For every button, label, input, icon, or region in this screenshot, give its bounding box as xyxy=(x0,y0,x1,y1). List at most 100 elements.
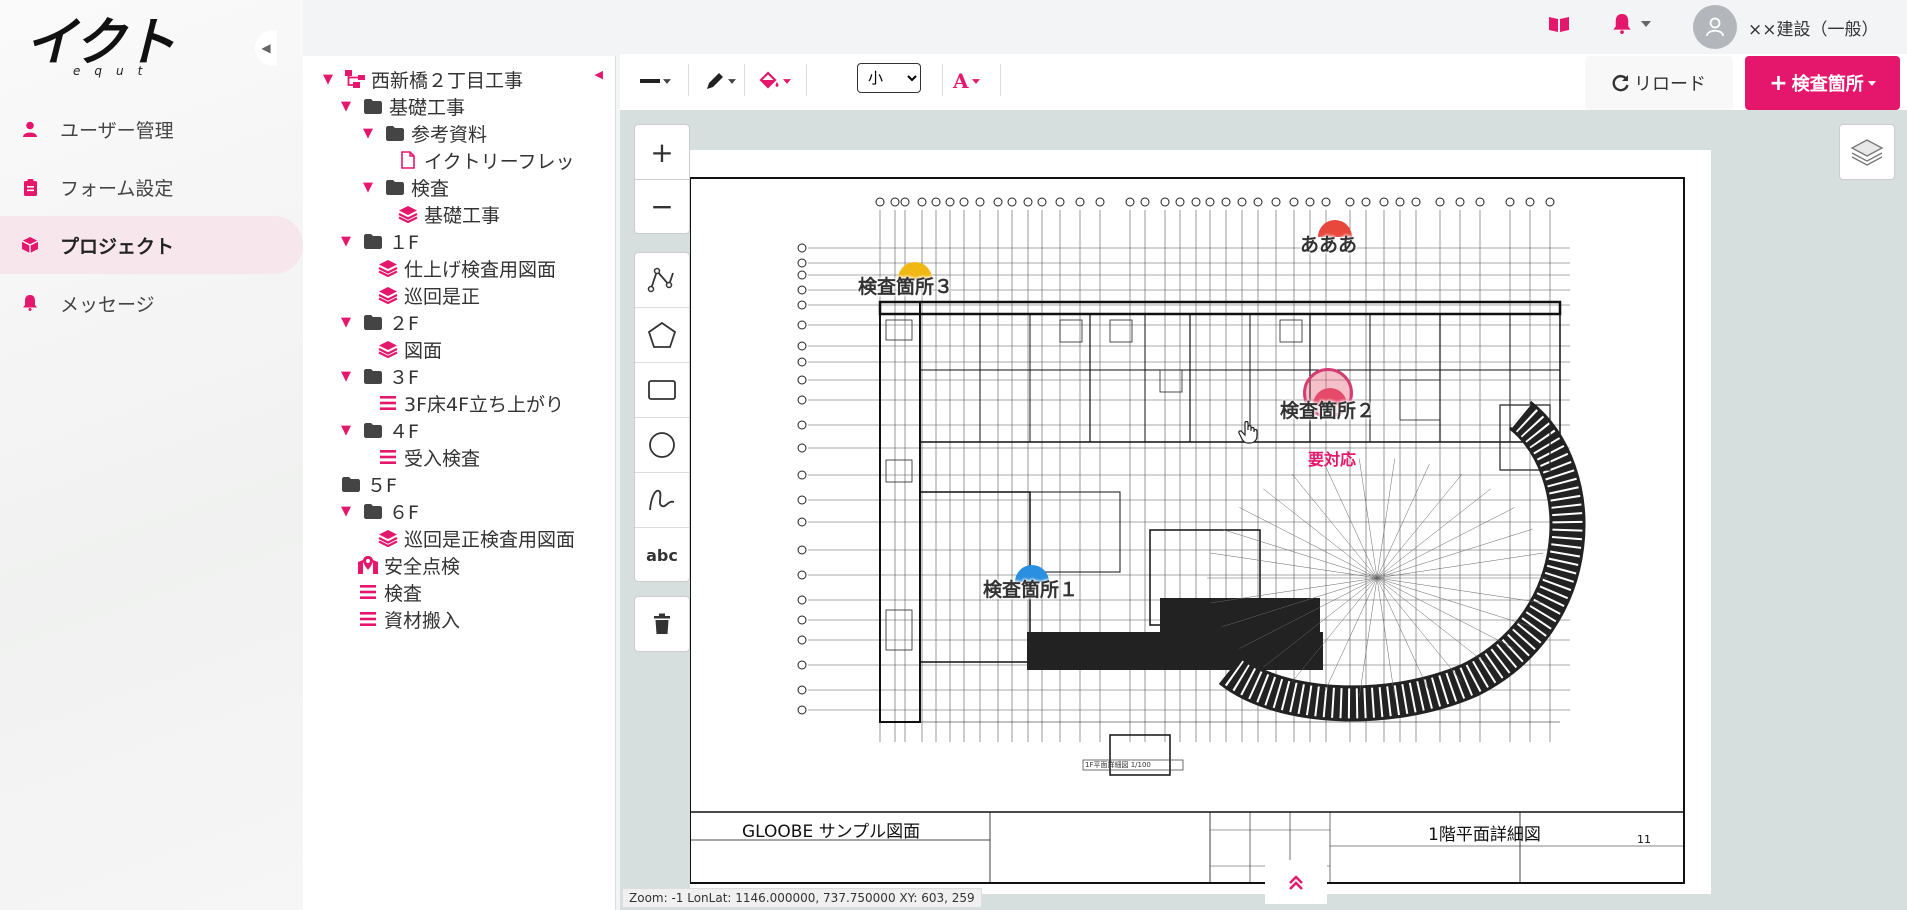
expand-panel-button[interactable] xyxy=(1265,860,1327,904)
tree-item-label: イクトリーフレッ xyxy=(424,150,575,173)
circle-tool-button[interactable] xyxy=(635,418,689,473)
pen-icon xyxy=(707,73,723,89)
inspection-marker-status: 要対応 xyxy=(1308,450,1357,469)
tree-item[interactable]: 資材搬入 xyxy=(358,604,460,634)
tree-item[interactable]: 仕上げ検査用図面 xyxy=(378,253,556,283)
draw-tools: abc xyxy=(634,252,690,582)
tree-item[interactable]: イクトリーフレッ xyxy=(398,145,574,175)
tree-item[interactable]: 3F床4F立ち上がり xyxy=(378,388,564,418)
caret-down-icon[interactable]: ▼ xyxy=(323,72,337,87)
text-color-tool[interactable]: A xyxy=(953,64,980,98)
notification-button[interactable] xyxy=(1613,14,1651,34)
tree-item-label: ３F xyxy=(389,366,419,389)
folder-icon xyxy=(385,177,405,197)
side-nav: イクト equt ◀ ユーザー管理 フォーム設定 プロジェクト メッセージ xyxy=(0,0,303,910)
caret-down-icon[interactable]: ▼ xyxy=(363,126,377,141)
tree-item[interactable]: ▼ 参考資料 xyxy=(363,118,487,148)
add-inspection-point-button[interactable]: + 検査箇所 xyxy=(1745,56,1900,110)
pen-tool[interactable] xyxy=(705,64,736,98)
tree-item-label: 3F床4F立ち上がり xyxy=(404,393,565,416)
nav-item-messages[interactable]: メッセージ xyxy=(0,274,303,332)
polygon-tool-button[interactable] xyxy=(635,308,689,363)
nav-item-forms[interactable]: フォーム設定 xyxy=(0,158,303,216)
tree-item[interactable]: ▼ 検査 xyxy=(363,172,449,202)
tree-item[interactable]: ▼ ４F xyxy=(341,415,419,445)
tree-item[interactable]: ▼ ６F xyxy=(341,496,419,526)
layers-icon xyxy=(378,528,398,548)
caret-down-icon xyxy=(663,78,671,84)
hand-cursor-icon xyxy=(1238,420,1258,444)
clipboard-icon xyxy=(22,178,38,196)
reload-button[interactable]: リロード xyxy=(1585,56,1733,110)
avatar[interactable] xyxy=(1693,5,1737,49)
inspection-marker-label[interactable]: 検査箇所１ xyxy=(983,575,1078,602)
tree-item-label: 参考資料 xyxy=(411,123,488,146)
polygon-icon xyxy=(647,321,677,348)
tree-item[interactable]: ▼ １F xyxy=(341,226,419,256)
sheet-title: GLOOBE サンプル図面 xyxy=(742,822,921,842)
rectangle-tool-button[interactable] xyxy=(635,363,689,418)
caret-down-icon xyxy=(783,78,791,84)
tree-item[interactable]: 巡回是正検査用図面 xyxy=(378,523,575,553)
tree-item[interactable]: 検査 xyxy=(358,577,422,607)
tree-item[interactable]: ▼ 基礎工事 xyxy=(341,91,465,121)
tree-item[interactable]: 安全点検 xyxy=(358,550,460,580)
tree-item-label: 巡回是正検査用図面 xyxy=(404,528,576,551)
nav-item-users[interactable]: ユーザー管理 xyxy=(0,100,303,158)
tree-item[interactable]: 巡回是正 xyxy=(378,280,480,310)
layers-button[interactable] xyxy=(1839,124,1895,180)
add-label: 検査箇所 xyxy=(1791,74,1864,95)
nav-item-label: プロジェクト xyxy=(60,235,175,258)
tree-item[interactable]: 受入検査 xyxy=(378,442,480,472)
drawing-sheet[interactable]: あああ 検査箇所３ 検査箇所２ 要対応 検査箇所１ GLOOBE サンプル図面 … xyxy=(690,150,1711,894)
caret-down-icon[interactable]: ▼ xyxy=(341,504,355,519)
nav-item-projects[interactable]: プロジェクト xyxy=(0,216,303,274)
nav-collapse-button[interactable]: ◀ xyxy=(255,30,277,66)
line-style-tool[interactable] xyxy=(640,64,671,98)
tree-item-label: 安全点検 xyxy=(384,555,461,578)
caret-down-icon[interactable]: ▼ xyxy=(341,315,355,330)
fill-tool[interactable] xyxy=(758,64,791,98)
inspection-marker-label[interactable]: 検査箇所２ xyxy=(1280,396,1375,423)
tree-item[interactable]: ▼ ２F xyxy=(341,307,419,337)
line-icon xyxy=(640,79,660,83)
caret-down-icon[interactable]: ▼ xyxy=(341,423,355,438)
zoom-in-button[interactable]: + xyxy=(635,125,689,179)
tree-item[interactable]: ▼ ３F xyxy=(341,361,419,391)
refresh-icon xyxy=(1612,75,1629,92)
tree-item[interactable]: 図面 xyxy=(378,334,442,364)
bell-icon xyxy=(1613,14,1631,34)
caret-down-icon[interactable]: ▼ xyxy=(363,180,377,195)
caret-down-icon[interactable]: ▼ xyxy=(341,369,355,384)
tree-item[interactable]: 基礎工事 xyxy=(398,199,500,229)
tree-item-label: 検査 xyxy=(411,177,450,200)
font-size-select[interactable]: 小 xyxy=(857,63,921,93)
list-icon xyxy=(358,609,378,629)
tree-item-label: 検査 xyxy=(384,582,423,605)
nav-list: ユーザー管理 フォーム設定 プロジェクト メッセージ xyxy=(0,100,303,332)
inspection-marker-label[interactable]: 検査箇所３ xyxy=(858,272,953,299)
app-logo[interactable]: イクト equt xyxy=(25,17,205,78)
project-tree: ◀ ▼ 西新橋２丁目工事 ▼ 基礎工事 ▼ 参考資料 イクトリーフレッ ▼ 検査 基礎工事 ▼ １F 仕… xyxy=(303,56,616,910)
zoom-out-button[interactable]: − xyxy=(635,179,689,233)
freehand-tool-button[interactable] xyxy=(635,473,689,528)
inspection-marker-label[interactable]: あああ xyxy=(1300,230,1357,257)
user-name[interactable]: ××建設（一般） xyxy=(1748,15,1879,40)
tree-item[interactable]: ５F xyxy=(341,469,397,499)
tree-item-label: ２F xyxy=(389,312,419,335)
book-icon[interactable] xyxy=(1548,15,1570,37)
polyline-tool-button[interactable] xyxy=(635,253,689,308)
caret-down-icon[interactable]: ▼ xyxy=(341,99,355,114)
map-marker-icon xyxy=(358,555,378,575)
freehand-icon xyxy=(649,489,675,511)
layers-icon xyxy=(378,339,398,359)
delete-button[interactable] xyxy=(634,596,690,652)
tree-item[interactable]: ▼ 西新橋２丁目工事 xyxy=(323,64,523,94)
tree-collapse-button[interactable]: ◀ xyxy=(595,68,603,81)
folder-icon xyxy=(363,312,383,332)
folder-icon xyxy=(363,231,383,251)
layers-icon xyxy=(398,204,418,224)
text-tool-button[interactable]: abc xyxy=(635,528,689,583)
layers-icon xyxy=(378,258,398,278)
caret-down-icon[interactable]: ▼ xyxy=(341,234,355,249)
